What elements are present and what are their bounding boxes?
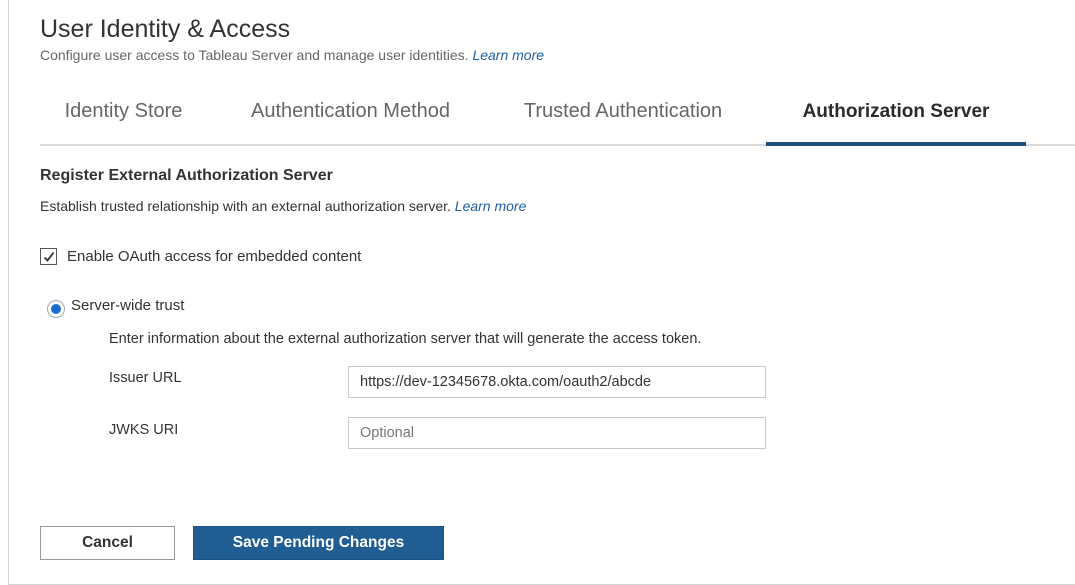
server-wide-trust-label: Server-wide trust — [71, 296, 185, 314]
issuer-url-label: Issuer URL — [109, 370, 182, 386]
tab-bar: Identity Store Authentication Method Tru… — [40, 90, 1075, 146]
page-subtitle-text: Configure user access to Tableau Server … — [40, 47, 469, 63]
checkmark-icon — [43, 251, 55, 262]
tab-authorization-server[interactable]: Authorization Server — [766, 90, 1026, 146]
page-subtitle: Configure user access to Tableau Server … — [40, 47, 544, 63]
jwks-uri-input[interactable] — [348, 417, 766, 449]
server-wide-trust-row: Server-wide trust — [47, 292, 184, 318]
server-wide-trust-radio[interactable] — [47, 300, 65, 318]
oauth-checkbox-row: Enable OAuth access for embedded content — [40, 248, 361, 265]
oauth-embedded-checkbox[interactable] — [40, 248, 57, 265]
tab-trusted-authentication[interactable]: Trusted Authentication — [512, 90, 734, 146]
cancel-button[interactable]: Cancel — [40, 526, 175, 560]
page-title: User Identity & Access — [40, 15, 291, 43]
tab-authentication-method[interactable]: Authentication Method — [238, 90, 463, 146]
section-learn-more-link[interactable]: Learn more — [455, 198, 527, 214]
section-title: Register External Authorization Server — [40, 167, 333, 184]
jwks-uri-label: JWKS URI — [109, 422, 179, 438]
oauth-checkbox-label: Enable OAuth access for embedded content — [67, 248, 362, 265]
save-pending-changes-button[interactable]: Save Pending Changes — [193, 526, 444, 560]
server-info-text: Enter information about the external aut… — [109, 331, 702, 347]
tab-identity-store[interactable]: Identity Store — [57, 90, 190, 146]
section-description-text: Establish trusted relationship with an e… — [40, 198, 451, 214]
learn-more-link[interactable]: Learn more — [472, 47, 544, 63]
section-description: Establish trusted relationship with an e… — [40, 198, 526, 214]
issuer-url-input[interactable] — [348, 366, 766, 398]
